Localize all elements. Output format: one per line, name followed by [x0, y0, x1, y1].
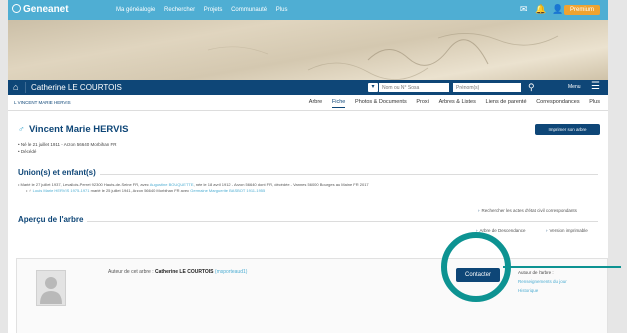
author-line: Auteur de cet arbre : Catherine LE COURT…: [108, 269, 247, 275]
section-divider: [78, 174, 598, 175]
menu-icon[interactable]: ☰: [591, 81, 600, 92]
section-divider: [78, 221, 598, 222]
tree-tabs: Arbre Fiche Photos & Documents Proxi Arb…: [301, 99, 600, 108]
tree-owner-name[interactable]: Catherine LE COURTOIS: [31, 83, 122, 92]
geneanet-logo[interactable]: Geneanet: [12, 4, 69, 15]
header-banner-image: [8, 20, 608, 80]
tab-arbre[interactable]: Arbre: [309, 99, 322, 105]
civil-records-text: Rechercher les actes d'état civil corres…: [481, 208, 577, 213]
birth-fact: • Né le 21 juillet 1911 - Arzon 56640 Mo…: [18, 142, 117, 147]
birth-text: Né le 21 juillet 1911 - Arzon 56640 Morb…: [20, 142, 117, 147]
author-pseudo[interactable]: (msporteaud1): [215, 269, 248, 275]
separator: [25, 82, 26, 93]
logo-text: Geneanet: [23, 4, 69, 15]
about-tree: Autour de l'arbre : Renseignements du jo…: [518, 268, 567, 295]
bell-icon[interactable]: 🔔: [535, 4, 546, 14]
logo-icon: [12, 4, 21, 13]
spouse-link[interactable]: Augustine BOUQUETTE: [150, 182, 194, 187]
tab-arbres-listes[interactable]: Arbres & Listes: [439, 99, 476, 105]
avatar: [36, 270, 66, 306]
printable-text: Version imprimable: [549, 228, 588, 233]
highlight-pointer-line: [503, 266, 621, 268]
top-icons: ✉ 🔔 👤: [514, 4, 563, 14]
print-tree-button[interactable]: Imprimer son arbre: [535, 124, 600, 135]
death-text: Décédé: [20, 149, 37, 154]
about-link-renseignements[interactable]: Renseignements du jour: [518, 277, 567, 286]
child-entry: • ♂ Louis Marie HERVIS 1975-1971 marié l…: [26, 188, 266, 193]
tab-liens-parente[interactable]: Liens de parenté: [486, 99, 527, 105]
home-icon[interactable]: ⌂: [13, 82, 23, 93]
breadcrumb-owner[interactable]: L VINCENT MARIE HERVIS: [14, 100, 71, 105]
author-prefix: Auteur de cet arbre :: [108, 269, 155, 275]
apercu-title: Aperçu de l'arbre: [18, 215, 88, 224]
search-nom-input[interactable]: [379, 83, 449, 92]
tab-fiche[interactable]: Fiche: [331, 99, 346, 108]
nav-ma-genealogie[interactable]: Ma généalogie: [116, 7, 155, 13]
page: Geneanet Ma généalogie Rechercher Projet…: [8, 0, 608, 333]
tab-photos-documents[interactable]: Photos & Documents: [355, 99, 407, 105]
person-silhouette-icon: [40, 277, 62, 304]
nav-plus[interactable]: Plus: [276, 7, 288, 13]
descendance-text: Arbre de Descendance: [479, 228, 526, 233]
union-text: Marié le 27 juillet 1937, Levallois-Perr…: [20, 182, 150, 187]
child-spouse-link[interactable]: Germaine Marguerite BASBOT 1911-1955: [190, 188, 265, 193]
mail-icon[interactable]: ✉: [519, 4, 529, 14]
tab-plus[interactable]: Plus: [589, 99, 600, 105]
nav-projets[interactable]: Projets: [204, 7, 223, 13]
handwriting-decoration: [207, 33, 559, 80]
tabs-row: L VINCENT MARIE HERVIS Arbre Fiche Photo…: [8, 95, 608, 111]
child-text: marié le 25 juillet 1941, Arzon 56640 Mo…: [89, 188, 191, 193]
union-text-suffix: , née le 18 avril 1912 - Arzon 56640 don…: [193, 182, 369, 187]
death-fact: • Décédé: [18, 149, 37, 154]
search-type-dropdown[interactable]: ▾: [368, 83, 378, 92]
tab-correspondances[interactable]: Correspondances: [536, 99, 579, 105]
tab-proxi[interactable]: Proxi: [416, 99, 429, 105]
main-menu: Ma généalogie Rechercher Projets Communa…: [116, 7, 294, 13]
user-icon[interactable]: 👤: [552, 4, 563, 14]
about-title: Autour de l'arbre :: [518, 270, 554, 275]
unions-title: Union(s) et enfant(s): [18, 168, 100, 177]
premium-button[interactable]: Premium: [563, 5, 600, 15]
nav-communaute[interactable]: Communauté: [231, 7, 267, 13]
about-link-historique[interactable]: Historique: [518, 286, 567, 295]
nav-rechercher[interactable]: Rechercher: [164, 7, 195, 13]
printable-version-link[interactable]: › Version imprimable: [546, 228, 588, 233]
search-icon[interactable]: ⚲: [528, 82, 535, 93]
person-search: ▾: [368, 83, 521, 92]
male-icon: ♂: [18, 124, 25, 134]
person-name: Vincent Marie HERVIS: [29, 124, 129, 135]
civil-records-link[interactable]: › Rechercher les actes d'état civil corre…: [478, 208, 577, 213]
person-header-bar: ⌂ Catherine LE COURTOIS ▾ ⚲ Menu ☰: [8, 80, 608, 95]
highlight-circle: [441, 232, 511, 302]
arrow-icon: ›: [478, 208, 480, 213]
top-navigation-bar: Geneanet Ma généalogie Rechercher Projet…: [8, 0, 608, 20]
child-link[interactable]: Louis Marie HERVIS 1975-1971: [33, 188, 90, 193]
menu-label[interactable]: Menu: [568, 84, 581, 90]
union-entry: • Marié le 27 juillet 1937, Levallois-Pe…: [18, 182, 369, 187]
search-prenom-input[interactable]: [453, 83, 521, 92]
arrow-icon: ›: [546, 228, 548, 233]
author-name[interactable]: Catherine LE COURTOIS: [155, 269, 214, 275]
